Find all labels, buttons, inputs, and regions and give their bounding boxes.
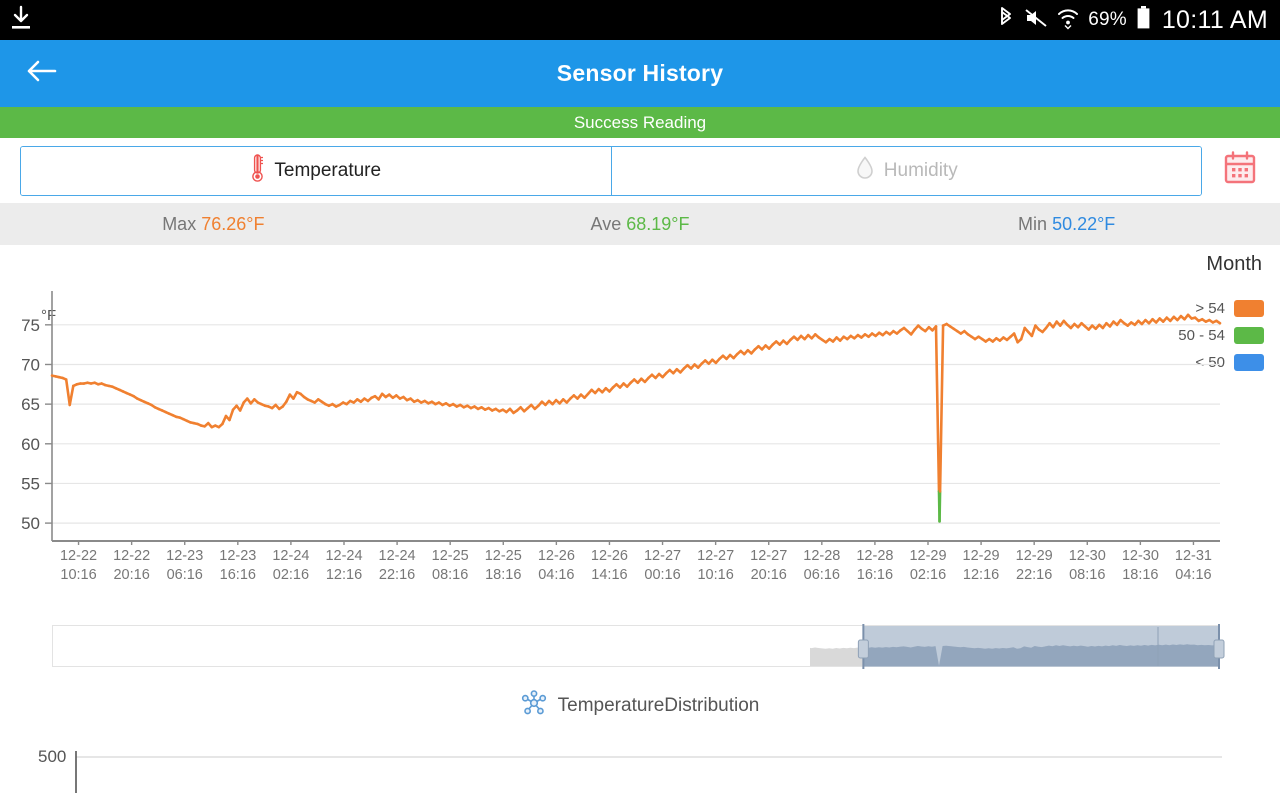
distribution-section-title: TemperatureDistribution: [0, 679, 1280, 733]
tab-temperature-label: Temperature: [274, 159, 382, 181]
svg-text:75: 75: [21, 316, 40, 335]
metric-segmented-control: Temperature Humidity: [20, 145, 1202, 196]
svg-text:50: 50: [21, 514, 40, 533]
battery-percent: 69%: [1088, 9, 1127, 30]
svg-text:70: 70: [21, 355, 40, 374]
status-banner-text: Success Reading: [573, 112, 707, 132]
stat-ave-value: 68.19°F: [626, 213, 690, 234]
status-clock: 10:11 AM: [1161, 5, 1268, 34]
tab-temperature[interactable]: Temperature: [21, 146, 611, 195]
range-selector[interactable]: [0, 617, 1280, 679]
stat-max: Max 76.26°F: [0, 214, 427, 235]
svg-text:65: 65: [21, 395, 40, 414]
chart-plot-area: 50 55 60 65 70 75: [21, 291, 1222, 545]
stat-ave-label: Ave: [590, 213, 622, 234]
thermometer-icon: [250, 153, 265, 189]
metric-selector-row: Temperature Humidity: [0, 138, 1280, 203]
x-axis-tick-label: 12-31 04:16: [1174, 548, 1212, 583]
battery-icon: [1136, 5, 1151, 36]
stats-strip: Max 76.26°F Ave 68.19°F Min 50.22°F: [0, 203, 1280, 245]
calendar-icon: [1222, 150, 1258, 191]
water-drop-icon: [855, 155, 875, 187]
x-axis-labels: 12-22 10:16 12-22 20:16 12-23 06:16 12-23 16:16…: [0, 547, 1280, 597]
download-icon: [10, 5, 32, 36]
hub-nodes-icon: [521, 690, 547, 722]
stat-min-value: 50.22°F: [1052, 213, 1116, 234]
stat-max-value: 76.26°F: [201, 213, 265, 234]
svg-text:60: 60: [21, 435, 40, 454]
tab-humidity-label: Humidity: [883, 159, 958, 181]
calendar-button[interactable]: [1218, 149, 1262, 193]
stat-min: Min 50.22°F: [853, 214, 1280, 235]
page-title: Sensor History: [556, 60, 724, 86]
distribution-title-label: TemperatureDistribution: [557, 695, 760, 716]
stat-max-label: Max: [162, 213, 197, 234]
back-arrow-icon: [26, 58, 58, 89]
svg-text:55: 55: [21, 474, 40, 493]
tab-humidity[interactable]: Humidity: [610, 146, 1201, 195]
distribution-axes: [75, 751, 1222, 793]
status-banner: Success Reading: [0, 107, 1280, 138]
volume-mute-icon: [1024, 7, 1048, 34]
distribution-chart[interactable]: 500: [0, 733, 1280, 793]
stat-min-label: Min: [1018, 213, 1048, 234]
temperature-chart[interactable]: Month > 54 50 - 54 < 50 °F 50 55 60 65 70 75 …: [0, 245, 1280, 617]
stat-ave: Ave 68.19°F: [427, 214, 854, 235]
wifi-icon: [1057, 6, 1079, 35]
back-button[interactable]: [20, 52, 64, 96]
bluetooth-icon: [997, 6, 1015, 35]
app-bar: Sensor History: [0, 40, 1280, 107]
range-selector-preview[interactable]: [0, 617, 1280, 679]
status-bar: 69% 10:11 AM: [0, 0, 1280, 40]
